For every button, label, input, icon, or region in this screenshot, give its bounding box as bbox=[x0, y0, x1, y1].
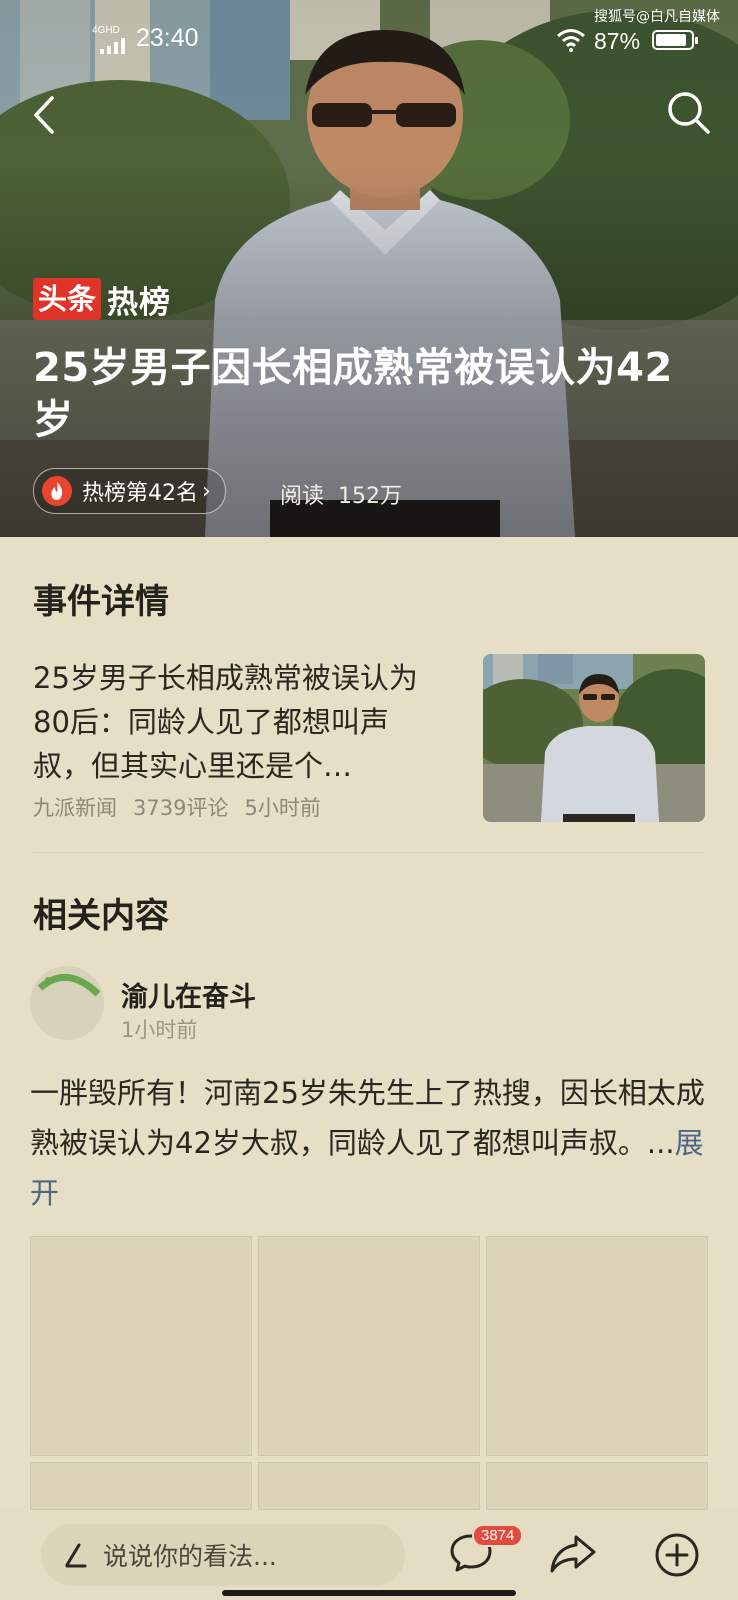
status-time: 23:40 bbox=[136, 24, 199, 52]
event-article-title[interactable]: 25岁男子长相成熟常被误认为80后：同龄人见了都想叫声叔，但其实心里还是个… bbox=[33, 656, 443, 788]
post-image[interactable] bbox=[486, 1236, 708, 1456]
bottom-action-bar: 说说你的看法... 3874 bbox=[0, 1510, 738, 1600]
logo-brand: 头条 bbox=[33, 278, 102, 320]
comment-count-badge: 3874 bbox=[472, 1524, 524, 1547]
section-divider bbox=[33, 852, 705, 853]
hero-banner: 4GHD 23:40 搜狐号@白凡自媒体 87% 头条 热榜 25岁男子因长相成… bbox=[0, 0, 738, 537]
hero-shade bbox=[0, 0, 738, 537]
comment-placeholder: 说说你的看法... bbox=[103, 1542, 277, 1571]
home-indicator[interactable] bbox=[222, 1590, 516, 1596]
share-icon[interactable] bbox=[548, 1532, 598, 1576]
article-time: 5小时前 bbox=[244, 796, 321, 820]
hot-list-logo: 头条 热榜 bbox=[33, 278, 172, 321]
read-count: 阅读 152万 bbox=[280, 478, 402, 510]
post-image[interactable] bbox=[486, 1462, 708, 1510]
signal-icon bbox=[100, 38, 125, 54]
reads-label: 阅读 bbox=[280, 484, 325, 509]
fire-icon bbox=[42, 476, 72, 506]
comment-input[interactable]: 说说你的看法... bbox=[41, 1524, 405, 1586]
search-icon[interactable] bbox=[664, 88, 714, 138]
rank-pill[interactable]: 热榜第42名 › bbox=[33, 468, 226, 514]
related-section-title: 相关内容 bbox=[33, 896, 169, 936]
post-image[interactable] bbox=[30, 1462, 252, 1510]
add-circle-icon[interactable] bbox=[654, 1532, 700, 1578]
article-source: 九派新闻 bbox=[33, 796, 117, 820]
post-body: 一胖毁所有！河南25岁朱先生上了热搜，因长相太成熟被误认为42岁大叔，同龄人见了… bbox=[30, 1076, 705, 1160]
logo-suffix: 热榜 bbox=[107, 284, 172, 321]
reads-value: 152万 bbox=[338, 484, 403, 509]
status-bar: 4GHD 23:40 搜狐号@白凡自媒体 87% bbox=[0, 0, 738, 80]
post-image[interactable] bbox=[30, 1236, 252, 1456]
article-thumbnail[interactable] bbox=[483, 654, 705, 822]
wifi-icon bbox=[557, 29, 585, 52]
post-time: 1小时前 bbox=[121, 1018, 198, 1042]
hero-title: 25岁男子因长相成熟常被误认为42岁 bbox=[33, 345, 673, 443]
avatar[interactable] bbox=[30, 966, 104, 1040]
pen-icon bbox=[65, 1543, 87, 1568]
battery-percent: 87% bbox=[594, 28, 641, 54]
article-comments: 3739评论 bbox=[133, 796, 229, 820]
battery-level bbox=[656, 34, 686, 46]
post-image[interactable] bbox=[258, 1462, 480, 1510]
author-name[interactable]: 渝儿在奋斗 bbox=[121, 975, 256, 1014]
watermark: 搜狐号@白凡自媒体 bbox=[594, 9, 720, 25]
event-article-meta: 九派新闻 3739评论 5小时前 bbox=[33, 792, 321, 822]
network-badge: 4GHD bbox=[92, 25, 120, 36]
chevron-right-icon: › bbox=[202, 478, 211, 504]
post-text[interactable]: 一胖毁所有！河南25岁朱先生上了热搜，因长相太成熟被误认为42岁大叔，同龄人见了… bbox=[30, 1068, 710, 1218]
battery-icon bbox=[652, 30, 698, 50]
rank-label: 热榜第42名 bbox=[82, 481, 198, 506]
back-arrow-icon[interactable] bbox=[24, 90, 64, 140]
post-image[interactable] bbox=[258, 1236, 480, 1456]
event-section-title: 事件详情 bbox=[33, 582, 169, 622]
